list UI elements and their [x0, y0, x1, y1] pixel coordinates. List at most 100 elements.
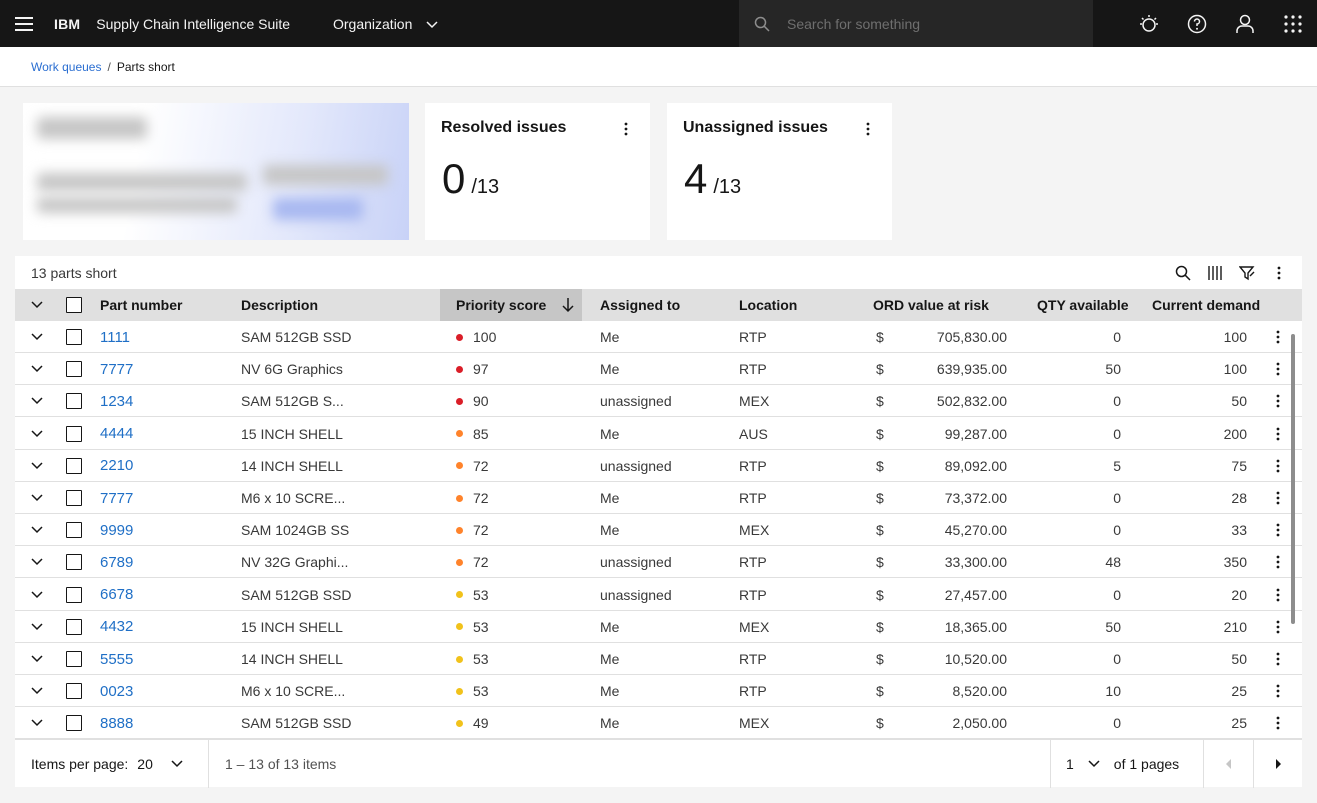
- row-checkbox[interactable]: [66, 514, 82, 546]
- expand-row-chevron-icon[interactable]: [31, 353, 51, 385]
- expand-row-chevron-icon[interactable]: [31, 482, 51, 514]
- table-row[interactable]: 7777 M6 x 10 SCRE... 72 Me RTP $73,372.00 0 28: [15, 482, 1302, 514]
- table-scrollbar[interactable]: [1291, 334, 1295, 624]
- header-ord-value[interactable]: ORD value at risk: [873, 289, 989, 321]
- row-overflow-menu-icon[interactable]: [1273, 675, 1283, 707]
- expand-row-chevron-icon[interactable]: [31, 321, 51, 353]
- row-overflow-menu-icon[interactable]: [1273, 514, 1283, 546]
- row-checkbox[interactable]: [66, 707, 82, 739]
- search-icon[interactable]: [1170, 260, 1196, 286]
- row-overflow-menu-icon[interactable]: [1273, 643, 1283, 675]
- table-row[interactable]: 5555 14 INCH SHELL 53 Me RTP $10,520.00 0 50: [15, 643, 1302, 675]
- part-number-link[interactable]: 0023: [100, 675, 133, 707]
- expand-row-chevron-icon[interactable]: [31, 450, 51, 482]
- row-checkbox[interactable]: [66, 611, 82, 643]
- part-number-link[interactable]: 1111: [100, 321, 130, 353]
- row-checkbox[interactable]: [66, 482, 82, 514]
- expand-row-chevron-icon[interactable]: [31, 418, 51, 450]
- row-checkbox[interactable]: [66, 546, 82, 578]
- ord-value-cell: 502,832.00: [936, 393, 1007, 410]
- table-row[interactable]: 6678 SAM 512GB SSD 53 unassigned RTP $27,457.…: [15, 579, 1302, 611]
- header-description[interactable]: Description: [241, 289, 318, 321]
- expand-row-chevron-icon[interactable]: [31, 385, 51, 417]
- overflow-menu-icon[interactable]: [1266, 260, 1292, 286]
- page-select[interactable]: 1: [1066, 756, 1074, 772]
- row-overflow-menu-icon[interactable]: [1273, 546, 1283, 578]
- table-row[interactable]: 6789 NV 32G Graphi... 72 unassigned RTP $33,3…: [15, 546, 1302, 579]
- part-number-link[interactable]: 9999: [100, 514, 133, 546]
- expand-row-chevron-icon[interactable]: [31, 707, 51, 739]
- row-overflow-menu-icon[interactable]: [1273, 707, 1283, 739]
- header-current-demand[interactable]: Current demand: [1152, 289, 1260, 321]
- part-number-link[interactable]: 5555: [100, 643, 133, 675]
- part-number-link[interactable]: 2210: [100, 450, 133, 482]
- brand-name[interactable]: IBM: [54, 16, 80, 32]
- part-number-link[interactable]: 1234: [100, 385, 133, 417]
- table-row[interactable]: 4444 15 INCH SHELL 85 Me AUS $99,287.00 0 200: [15, 418, 1302, 450]
- expand-row-chevron-icon[interactable]: [31, 643, 51, 675]
- select-all-checkbox[interactable]: [66, 289, 82, 321]
- row-overflow-menu-icon[interactable]: [1273, 611, 1283, 643]
- table-row[interactable]: 7777 NV 6G Graphics 97 Me RTP $639,935.00 50 10…: [15, 353, 1302, 386]
- previous-page-icon[interactable]: [1204, 740, 1253, 788]
- breadcrumb-link-work-queues[interactable]: Work queues: [31, 60, 101, 74]
- organization-switcher[interactable]: Organization: [333, 0, 438, 47]
- search-input[interactable]: [787, 15, 1077, 32]
- overflow-menu-icon[interactable]: [618, 119, 634, 139]
- part-number-link[interactable]: 4444: [100, 418, 133, 450]
- row-checkbox[interactable]: [66, 450, 82, 482]
- expand-row-chevron-icon[interactable]: [31, 514, 51, 546]
- header-part-number[interactable]: Part number: [100, 289, 182, 321]
- filter-icon[interactable]: [1234, 260, 1260, 286]
- expand-row-chevron-icon[interactable]: [31, 611, 51, 643]
- row-overflow-menu-icon[interactable]: [1273, 353, 1283, 385]
- row-overflow-menu-icon[interactable]: [1273, 321, 1283, 353]
- table-row[interactable]: 2210 14 INCH SHELL 72 unassigned RTP $89,092.…: [15, 450, 1302, 482]
- table-row[interactable]: 1111 SAM 512GB SSD 100 Me RTP $705,830.00 0 100: [15, 321, 1302, 353]
- table-row[interactable]: 8888 SAM 512GB SSD 49 Me MEX $2,050.00 0 25: [15, 707, 1302, 740]
- row-overflow-menu-icon[interactable]: [1273, 579, 1283, 611]
- menu-icon[interactable]: [0, 0, 47, 47]
- table-row[interactable]: 1234 SAM 512GB S... 90 unassigned MEX $502,83…: [15, 385, 1302, 418]
- expand-row-chevron-icon[interactable]: [31, 579, 51, 611]
- priority-value: 90: [473, 393, 489, 410]
- chevron-down-icon[interactable]: [1088, 760, 1100, 768]
- row-overflow-menu-icon[interactable]: [1273, 385, 1283, 417]
- row-checkbox[interactable]: [66, 353, 82, 385]
- header-location[interactable]: Location: [739, 289, 797, 321]
- expand-row-chevron-icon[interactable]: [31, 675, 51, 707]
- part-number-link[interactable]: 8888: [100, 707, 133, 739]
- part-number-link[interactable]: 6789: [100, 546, 133, 578]
- part-number-link[interactable]: 6678: [100, 579, 133, 611]
- header-qty-available[interactable]: QTY available: [1037, 289, 1129, 321]
- header-priority-score[interactable]: Priority score: [440, 289, 582, 321]
- expand-all-chevron-icon[interactable]: [31, 289, 51, 321]
- header-assigned-to[interactable]: Assigned to: [600, 289, 680, 321]
- row-checkbox[interactable]: [66, 643, 82, 675]
- row-checkbox[interactable]: [66, 579, 82, 611]
- part-number-link[interactable]: 4432: [100, 611, 133, 643]
- part-number-link[interactable]: 7777: [100, 353, 133, 385]
- row-checkbox[interactable]: [66, 385, 82, 417]
- next-page-icon[interactable]: [1254, 740, 1302, 788]
- row-checkbox[interactable]: [66, 321, 82, 353]
- table-row[interactable]: 9999 SAM 1024GB SS 72 Me MEX $45,270.00 0 33: [15, 514, 1302, 547]
- table-row[interactable]: 4432 15 INCH SHELL 53 Me MEX $18,365.00 50 210: [15, 611, 1302, 643]
- row-overflow-menu-icon[interactable]: [1273, 482, 1283, 514]
- row-overflow-menu-icon[interactable]: [1273, 418, 1283, 450]
- overflow-menu-icon[interactable]: [860, 119, 876, 139]
- row-checkbox[interactable]: [66, 418, 82, 450]
- expand-row-chevron-icon[interactable]: [31, 546, 51, 578]
- column-settings-icon[interactable]: [1202, 260, 1228, 286]
- chevron-down-icon[interactable]: [171, 760, 183, 768]
- part-number-link[interactable]: 7777: [100, 482, 133, 514]
- watson-icon[interactable]: [1125, 0, 1173, 47]
- help-icon[interactable]: [1173, 0, 1221, 47]
- user-icon[interactable]: [1221, 0, 1269, 47]
- row-checkbox[interactable]: [66, 675, 82, 707]
- items-per-page-select[interactable]: 20: [137, 756, 153, 772]
- row-overflow-menu-icon[interactable]: [1273, 450, 1283, 482]
- product-name[interactable]: Supply Chain Intelligence Suite: [96, 16, 290, 32]
- table-row[interactable]: 0023 M6 x 10 SCRE... 53 Me RTP $8,520.00 10 25: [15, 675, 1302, 708]
- app-switcher-icon[interactable]: [1269, 0, 1317, 47]
